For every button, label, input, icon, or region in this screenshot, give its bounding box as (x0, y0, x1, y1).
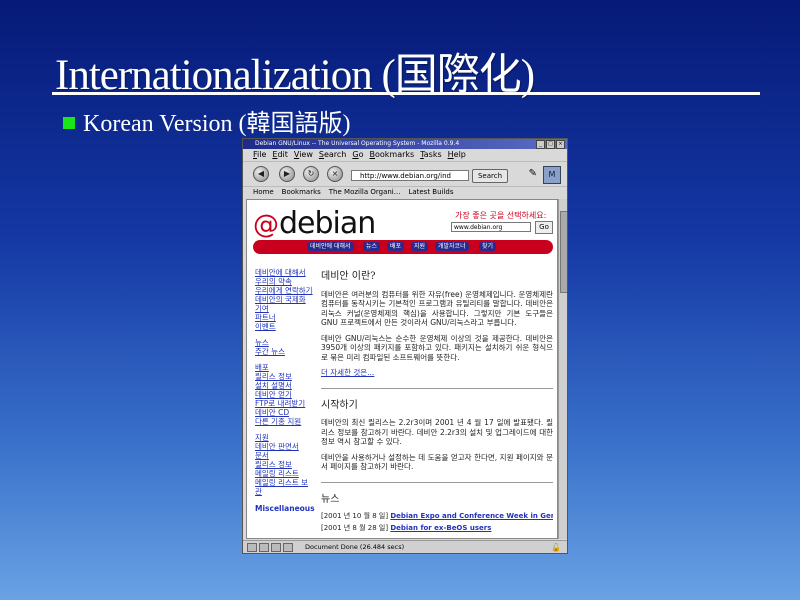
sidebar-link[interactable]: 주간 뉴스 (255, 347, 313, 356)
mail-icon[interactable] (247, 543, 257, 552)
sidebar-link[interactable]: 데비안 CD (255, 408, 313, 417)
paragraph: 데비안을 사용하거나 설정하는 데 도움을 얻고자 한다면, 지원 페이지와 문… (321, 452, 553, 472)
news-date: [2001 년 8 월 28 일] (321, 523, 389, 532)
sidebar-link[interactable]: 배포 (255, 363, 313, 372)
divider (321, 387, 553, 389)
close-button[interactable]: × (556, 140, 565, 149)
main-content: 데비안 이란? 데비안은 여러분의 컴퓨터를 위한 자유(free) 운영체제입… (321, 272, 553, 535)
nav-devel[interactable]: 개발자코너 (435, 242, 469, 251)
mirror-select[interactable]: www.debian.org (451, 222, 531, 232)
nav-distrib[interactable]: 배포 (387, 242, 405, 251)
menubar: File Edit View Search Go Bookmarks Tasks… (243, 149, 567, 161)
browser-screenshot: Debian GNU/Linux -- The Universal Operat… (242, 138, 568, 554)
sidebar-link[interactable]: 메일링 리스트 (255, 469, 313, 478)
mozilla-throbber-icon[interactable]: M (543, 166, 561, 184)
title-divider (52, 92, 760, 95)
sidebar-link[interactable]: 기여 (255, 304, 313, 313)
minimize-button[interactable]: _ (536, 140, 545, 149)
back-icon[interactable]: ◀ (253, 166, 269, 182)
sidebar-link[interactable]: 릴리스 정보 (255, 460, 313, 469)
nav-search[interactable]: 찾기 (479, 242, 497, 251)
web-page-content: @debian 가장 좋은 곳을 선택하세요: www.debian.org G… (246, 199, 558, 539)
news-item: [2001 년 8 월 28 일] Debian for ex-BeOS use… (321, 524, 553, 534)
bookmark-mozilla-org[interactable]: The Mozilla Organi... (329, 187, 401, 198)
vertical-scrollbar[interactable] (558, 199, 567, 539)
sidebar-link[interactable]: 데비안 얻기 (255, 390, 313, 399)
url-input[interactable]: http://www.debian.org/ind (351, 170, 469, 181)
debian-logo[interactable]: @debian (253, 206, 376, 241)
sidebar-link[interactable]: 이벤트 (255, 322, 313, 331)
paragraph: 데비안 GNU/리눅스는 순수한 운영체제 이상의 것을 제공한다. 데비안은 … (321, 333, 553, 362)
news-date: [2001 년 10 월 8 일] (321, 512, 389, 520)
status-bar: Document Done (26.484 secs) 🔓 (243, 540, 567, 553)
menu-view[interactable]: View (294, 149, 313, 161)
sidebar-link[interactable]: 다른 기종 지원 (255, 417, 313, 426)
navigation-toolbar: ◀ ▶ ↻ × http://www.debian.org/ind Search… (243, 161, 567, 186)
sidebar-link[interactable]: 지원 (255, 433, 313, 442)
personal-toolbar: Home Bookmarks The Mozilla Organi... Lat… (243, 186, 567, 198)
sidebar-link[interactable]: 설치 설명서 (255, 381, 313, 390)
menu-search[interactable]: Search (319, 149, 346, 161)
sidebar-link[interactable]: 우리에게 연락하기 (255, 286, 313, 295)
sidebar-link[interactable]: 뉴스 (255, 338, 313, 347)
debian-swirl-icon: @ (253, 210, 279, 240)
forward-icon[interactable]: ▶ (279, 166, 295, 182)
bookmark-bookmarks[interactable]: Bookmarks (282, 187, 321, 198)
sidebar-link[interactable]: FTP로 내려받기 (255, 399, 313, 408)
sidebar-link[interactable]: 데비안의 국제화 (255, 295, 313, 304)
sidebar-miscellaneous[interactable]: Miscellaneous (255, 504, 315, 513)
nav-news[interactable]: 뉴스 (363, 242, 381, 251)
bullet-square-icon (63, 117, 75, 129)
divider (321, 481, 553, 483)
print-icon[interactable]: ✎ (529, 168, 537, 179)
addressbook-icon[interactable] (271, 543, 281, 552)
sidebar-link[interactable]: 데비안 판면서 (255, 442, 313, 451)
menu-bookmarks[interactable]: Bookmarks (369, 149, 414, 161)
window-title: Debian GNU/Linux -- The Universal Operat… (255, 140, 460, 147)
heading-news: 뉴스 (321, 493, 340, 505)
bullet-text: Korean Version (韓国語版) (83, 111, 351, 137)
window-titlebar: Debian GNU/Linux -- The Universal Operat… (243, 139, 567, 149)
irc-icon[interactable] (283, 543, 293, 552)
heading-what-is-debian: 데비안 이란? (321, 271, 376, 282)
mirror-select-label: 가장 좋은 곳을 선택하세요: (455, 211, 547, 220)
news-link[interactable]: Debian Expo and Conference Week in Germa… (390, 512, 553, 520)
paragraph: 데비안은 여러분의 컴퓨터를 위한 자유(free) 운영체제입니다. 운영체제… (321, 289, 553, 328)
status-text: Document Done (26.484 secs) (305, 543, 405, 551)
menu-file[interactable]: File (253, 149, 266, 161)
lock-icon: 🔓 (551, 543, 561, 552)
menu-go[interactable]: Go (352, 149, 363, 161)
sidebar-link[interactable]: 문서 (255, 451, 313, 460)
menu-tasks[interactable]: Tasks (420, 149, 441, 161)
menu-help[interactable]: Help (448, 149, 466, 161)
sidebar-link[interactable]: 우리의 약속 (255, 277, 313, 286)
news-link[interactable]: Debian for ex-BeOS users (390, 524, 491, 532)
search-button[interactable]: Search (472, 169, 508, 183)
nav-support[interactable]: 지원 (411, 242, 429, 251)
heading-getting-started: 시작하기 (321, 399, 358, 411)
sidebar-link[interactable]: 데비안에 대해서 (255, 268, 313, 277)
news-item: [2001 년 10 월 8 일] Debian Expo and Confer… (321, 512, 553, 522)
composer-icon[interactable] (259, 543, 269, 552)
scrollbar-thumb[interactable] (560, 211, 567, 293)
menu-edit[interactable]: Edit (272, 149, 288, 161)
maximize-button[interactable]: □ (546, 140, 555, 149)
stop-icon[interactable]: × (327, 166, 343, 182)
sidebar-link[interactable]: 릴리스 정보 (255, 372, 313, 381)
more-info-link[interactable]: 더 자세한 것은... (321, 368, 553, 378)
bookmark-home[interactable]: Home (253, 187, 274, 198)
sidebar-link[interactable]: 메일링 리스트 보관 (255, 478, 313, 496)
paragraph: 데비안의 최신 릴리스는 2.2r3이며 2001 년 4 월 17 일에 발표… (321, 418, 553, 446)
logo-text: debian (279, 206, 376, 241)
bookmark-latest-builds[interactable]: Latest Builds (408, 187, 453, 198)
go-button[interactable]: Go (535, 221, 553, 234)
sidebar-link[interactable]: 파트너 (255, 313, 313, 322)
bullet-item: Korean Version (韓国語版) (63, 103, 351, 138)
sidebar: 데비안에 대해서 우리의 약속 우리에게 연락하기 데비안의 국제화 기여 파트… (255, 268, 315, 513)
reload-icon[interactable]: ↻ (303, 166, 319, 182)
nav-about[interactable]: 데비안에 대해서 (307, 242, 354, 251)
